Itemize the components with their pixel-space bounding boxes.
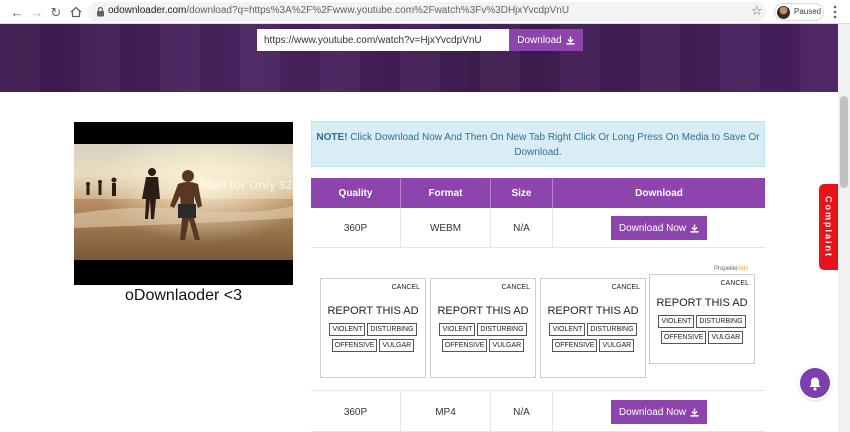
complaint-tab[interactable]: Complaint [819, 184, 838, 270]
report-ad-card: CANCEL REPORT THIS AD VIOLENT DISTURBING… [540, 278, 646, 378]
tag-disturbing[interactable]: DISTURBING [696, 315, 746, 328]
home-icon[interactable] [67, 3, 85, 21]
lock-icon [97, 6, 104, 17]
download-icon [690, 224, 699, 233]
thumbnail-overlay-text: Start for Only $25 [199, 178, 293, 192]
tag-vulgar[interactable]: VULGAR [379, 339, 415, 352]
page-viewport: https://www.youtube.com/watch?v=HjxYvcdp… [0, 24, 838, 432]
tag-violent[interactable]: VIOLENT [439, 323, 476, 336]
video-title: oDownlaoder <3 [125, 287, 242, 304]
profile-status: Paused [794, 7, 822, 16]
video-thumbnail[interactable]: Start for Only $25 [74, 122, 293, 285]
tag-offensive[interactable]: OFFENSIVE [331, 339, 378, 352]
reload-icon[interactable]: ↻ [47, 3, 65, 21]
cell-format: WEBM [401, 208, 491, 248]
address-bar[interactable]: odownloader.com/download?q=https%3A%2F%2… [88, 2, 766, 22]
tag-vulgar[interactable]: VULGAR [708, 331, 744, 344]
header-format: Format [401, 178, 491, 208]
hero-banner: https://www.youtube.com/watch?v=HjxYvcdp… [0, 24, 838, 92]
report-ad-card: CANCEL REPORT THIS AD VIOLENT DISTURBING… [649, 274, 755, 364]
tag-violent[interactable]: VIOLENT [329, 323, 366, 336]
report-ad-card: CANCEL REPORT THIS AD VIOLENT DISTURBING… [430, 278, 536, 378]
tag-offensive[interactable]: OFFENSIVE [441, 339, 488, 352]
tag-vulgar[interactable]: VULGAR [599, 339, 635, 352]
download-icon [690, 408, 699, 417]
download-now-button[interactable]: Download Now [611, 216, 707, 240]
note-banner: NOTE! Click Download Now And Then On New… [311, 121, 765, 167]
tag-disturbing[interactable]: DISTURBING [477, 323, 527, 336]
report-ad-card: CANCEL REPORT THIS AD VIOLENT DISTURBING… [320, 278, 426, 378]
tag-offensive[interactable]: OFFENSIVE [551, 339, 598, 352]
cell-quality: 360P [311, 392, 401, 432]
ad-title: REPORT THIS AD [547, 305, 639, 317]
download-icon [566, 36, 575, 45]
bookmark-star-icon[interactable]: ☆ [751, 3, 763, 19]
ad-cancel-link[interactable]: CANCEL [612, 284, 640, 291]
scrollbar-thumb[interactable] [840, 96, 848, 188]
ad-cancel-link[interactable]: CANCEL [502, 284, 530, 291]
cell-format: MP4 [401, 392, 491, 432]
profile-button[interactable]: Paused [774, 3, 824, 21]
thumbnail-image: Start for Only $25 [74, 144, 293, 260]
forward-arrow-icon[interactable]: → [28, 3, 46, 21]
cell-size: N/A [491, 392, 553, 432]
cell-quality: 360P [311, 208, 401, 248]
ad-title: REPORT THIS AD [656, 297, 748, 309]
header-size: Size [491, 178, 553, 208]
kebab-menu-icon[interactable] [833, 5, 837, 19]
ad-cancel-link[interactable]: CANCEL [721, 280, 749, 287]
bell-icon [809, 377, 821, 390]
tag-disturbing[interactable]: DISTURBING [367, 323, 417, 336]
tag-violent[interactable]: VIOLENT [658, 315, 695, 328]
ad-title: REPORT THIS AD [437, 305, 529, 317]
ad-title: REPORT THIS AD [327, 305, 419, 317]
avatar [777, 6, 790, 19]
download-button[interactable]: Download [509, 29, 583, 51]
cell-size: N/A [491, 208, 553, 248]
page-scrollbar[interactable] [838, 24, 850, 432]
back-arrow-icon[interactable]: ← [8, 3, 26, 21]
tag-disturbing[interactable]: DISTURBING [587, 323, 637, 336]
ad-row: PropellerAds CANCEL REPORT THIS AD VIOLE… [311, 249, 765, 391]
tag-vulgar[interactable]: VULGAR [489, 339, 525, 352]
header-quality: Quality [311, 178, 401, 208]
table-row: 360P WEBM N/A Download Now [311, 208, 765, 248]
ad-cancel-link[interactable]: CANCEL [392, 284, 420, 291]
notification-bell-button[interactable] [800, 368, 830, 398]
url-text: odownloader.com/download?q=https%3A%2F%2… [108, 5, 570, 16]
browser-toolbar: ← → ↻ odownloader.com/download?q=https%3… [0, 0, 850, 24]
download-now-button[interactable]: Download Now [611, 400, 707, 424]
table-header: Quality Format Size Download [311, 178, 765, 208]
ad-provider-label: PropellerAds [714, 266, 749, 272]
header-download: Download [635, 187, 683, 199]
tag-offensive[interactable]: OFFENSIVE [660, 331, 707, 344]
video-url-input[interactable]: https://www.youtube.com/watch?v=HjxYvcdp… [257, 29, 509, 51]
table-row: 360P MP4 N/A Download Now [311, 392, 765, 432]
tag-violent[interactable]: VIOLENT [549, 323, 586, 336]
